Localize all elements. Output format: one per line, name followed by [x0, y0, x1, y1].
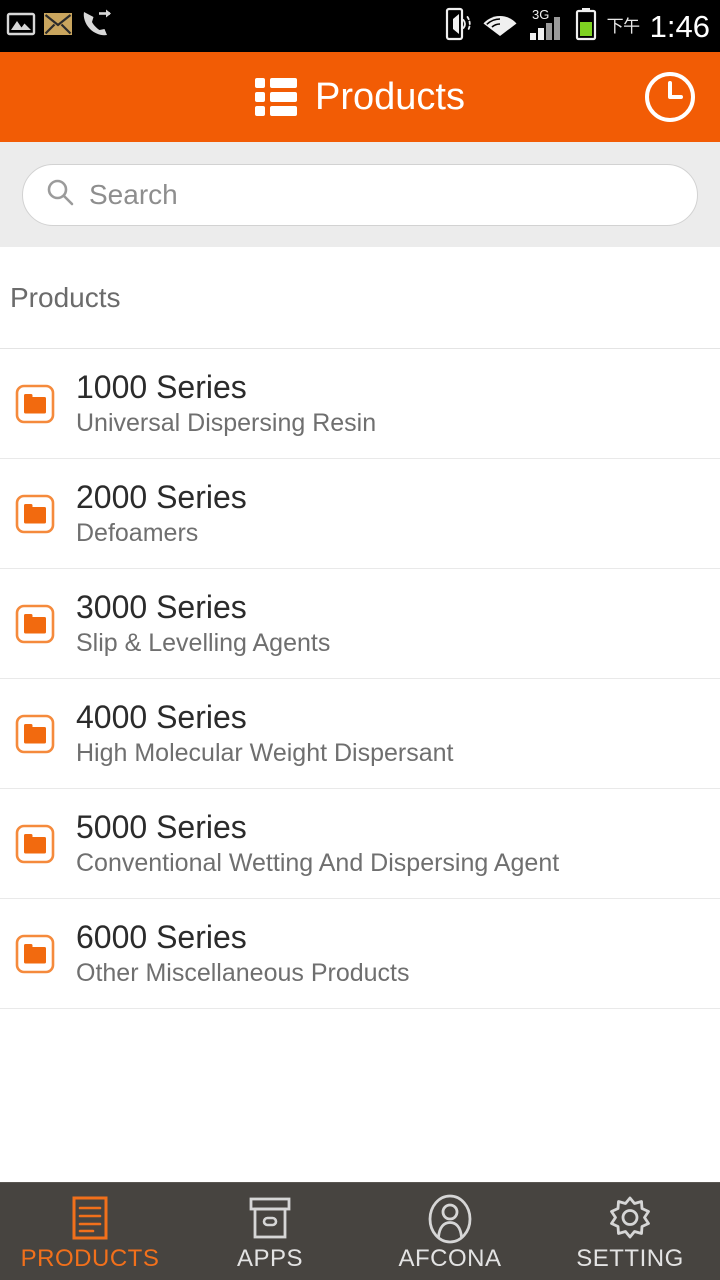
list-item-title: 3000 Series: [76, 589, 247, 626]
call-forward-icon: [80, 8, 114, 45]
list-item-subtitle: Other Miscellaneous Products: [76, 958, 410, 987]
page-title: Products: [315, 76, 465, 118]
list-item[interactable]: 3000 Series Slip & Levelling Agents: [0, 569, 720, 679]
folder-icon: [14, 603, 56, 645]
status-bar-clock: 1:46: [649, 8, 710, 44]
list-item-subtitle: High Molecular Weight Dispersant: [76, 738, 454, 767]
list-item-text: 5000 Series Conventional Wetting And Dis…: [76, 809, 560, 877]
status-bar-notifications: [6, 8, 114, 45]
folder-icon: [14, 713, 56, 755]
list-empty-area: [0, 1009, 720, 1182]
image-icon: [6, 9, 36, 44]
search-input[interactable]: [89, 178, 675, 211]
signal-3g-icon: 3G: [527, 6, 565, 47]
search-bar: [0, 142, 720, 247]
vibrate-icon: [445, 7, 473, 46]
list-item-text: 3000 Series Slip & Levelling Agents: [76, 589, 331, 657]
list-item[interactable]: 2000 Series Defoamers: [0, 459, 720, 569]
wifi-icon: [482, 10, 518, 43]
list-item-text: 4000 Series High Molecular Weight Disper…: [76, 699, 454, 767]
list-icon: [255, 78, 298, 116]
list-item-text: 6000 Series Other Miscellaneous Products: [76, 919, 410, 987]
nav-item-products[interactable]: PRODUCTS: [0, 1183, 180, 1280]
svg-text:3G: 3G: [532, 7, 549, 22]
product-list: 1000 Series Universal Dispersing Resin 2…: [0, 349, 720, 1009]
box-icon: [246, 1195, 294, 1243]
person-icon: [427, 1194, 473, 1243]
battery-icon: [574, 7, 598, 46]
gear-icon: [606, 1195, 654, 1243]
list-item-title: 1000 Series: [76, 369, 247, 406]
folder-icon: [14, 383, 56, 425]
status-bar-system: 3G 下午 1:46: [445, 6, 710, 47]
nav-label-apps: APPS: [236, 1244, 304, 1272]
list-item-subtitle: Conventional Wetting And Dispersing Agen…: [76, 848, 560, 877]
app-screen: 3G 下午 1:46 Products Search Products 1000…: [0, 0, 720, 1280]
list-item-subtitle: Universal Dispersing Resin: [76, 408, 377, 437]
section-header: Products: [0, 247, 720, 349]
list-item-text: 2000 Series Defoamers: [76, 479, 247, 547]
list-item-title: 2000 Series: [76, 479, 247, 516]
nav-item-afcona[interactable]: AFCONA: [360, 1183, 540, 1280]
list-item[interactable]: 1000 Series Universal Dispersing Resin: [0, 349, 720, 459]
nav-label-afcona: AFCONA: [398, 1244, 502, 1272]
list-item-subtitle: Defoamers: [76, 518, 199, 547]
list-item[interactable]: 5000 Series Conventional Wetting And Dis…: [0, 789, 720, 899]
section-header-label: Products: [10, 281, 121, 313]
status-bar: 3G 下午 1:46: [0, 0, 720, 52]
list-item-title: 6000 Series: [76, 919, 247, 956]
status-bar-ampm: 下午: [606, 16, 641, 36]
search-field[interactable]: [22, 163, 698, 226]
nav-item-setting[interactable]: SETTING: [540, 1183, 720, 1280]
nav-item-apps[interactable]: APPS: [180, 1183, 360, 1280]
folder-icon: [14, 933, 56, 975]
header-title-group: Products: [0, 78, 720, 116]
list-item-title: 4000 Series: [76, 699, 247, 736]
folder-icon: [14, 493, 56, 535]
search-icon: [45, 177, 75, 212]
document-icon: [67, 1195, 113, 1243]
list-item-text: 1000 Series Universal Dispersing Resin: [76, 369, 377, 437]
app-header: Products: [0, 52, 720, 142]
history-clock-icon[interactable]: [642, 69, 698, 125]
list-item[interactable]: 6000 Series Other Miscellaneous Products: [0, 899, 720, 1009]
folder-icon: [14, 823, 56, 865]
nav-label-setting: SETTING: [576, 1244, 684, 1272]
list-item-subtitle: Slip & Levelling Agents: [76, 628, 331, 657]
list-item[interactable]: 4000 Series High Molecular Weight Disper…: [0, 679, 720, 789]
list-item-title: 5000 Series: [76, 809, 247, 846]
email-icon: [43, 12, 73, 41]
bottom-navigation: PRODUCTS APPS AFCONA SETTING: [0, 1182, 720, 1280]
nav-label-products: PRODUCTS: [20, 1244, 160, 1272]
